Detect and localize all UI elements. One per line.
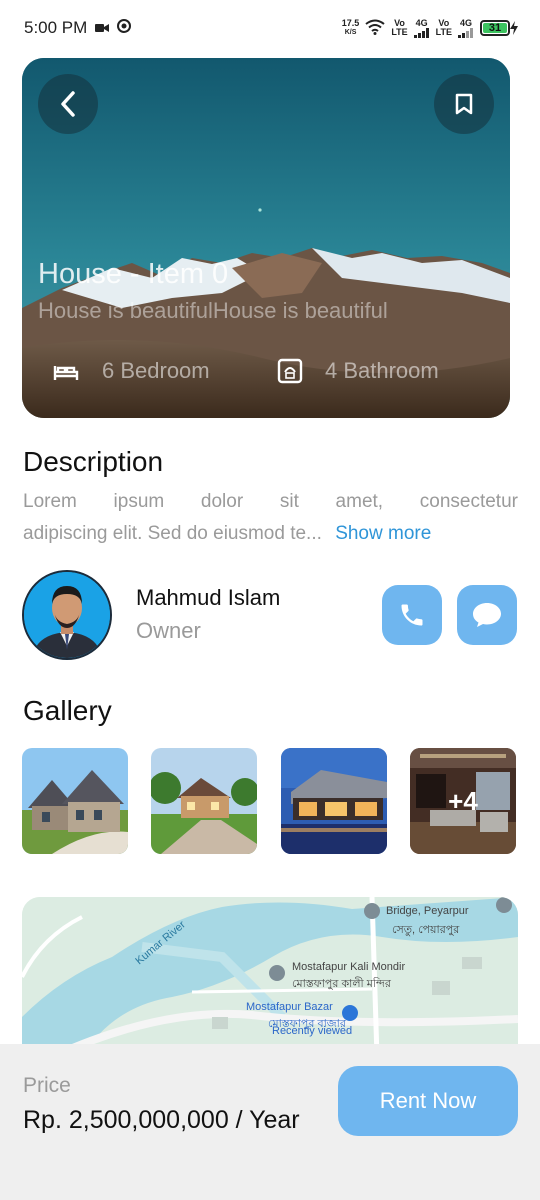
- signal-icon: [458, 27, 473, 38]
- description-text: Lorem ipsum dolor sit amet, consectetur …: [23, 486, 518, 550]
- price-value: Rp. 2,500,000,000 / Year: [23, 1106, 300, 1134]
- owner-name: Mahmud Islam: [136, 585, 281, 610]
- bottom-bar: Price Rp. 2,500,000,000 / Year Rent Now: [0, 1044, 540, 1200]
- house-photo: [151, 748, 258, 854]
- map-label-bridge-bn: সেতু, পেয়ারপুর: [392, 924, 460, 936]
- battery-icon: 31: [480, 20, 518, 36]
- sim1-signal: 4G: [413, 17, 430, 38]
- property-title: House - Item 0: [38, 258, 229, 290]
- bookmark-icon: [455, 93, 473, 115]
- hero-image: House - Item 0 House is beautifulHouse i…: [22, 58, 510, 418]
- map-label-kali-mondir-bn: মোস্তফাপুর কালী মন্দির: [292, 978, 391, 990]
- description-word: consectetur: [419, 491, 518, 512]
- gallery-photo-more[interactable]: +4: [409, 748, 516, 854]
- sim2-network: 4G: [459, 17, 472, 28]
- call-button[interactable]: [382, 585, 442, 645]
- map-label-bazar: Mostafapur Bazar: [246, 1001, 333, 1013]
- message-button[interactable]: [457, 585, 517, 645]
- description-word: amet,: [335, 491, 384, 512]
- owner-avatar: [22, 570, 112, 660]
- status-time: 5:00 PM: [24, 18, 88, 37]
- modern-house-photo: [280, 748, 387, 854]
- wifi-icon: [365, 19, 385, 38]
- sim2-signal: 4G: [458, 17, 474, 38]
- location-map[interactable]: Kumar River Bridge, Peyarpur সেতু, পেয়া…: [22, 897, 518, 1057]
- description-word: sit: [279, 491, 299, 512]
- map-label-kali-mondir: Mostafapur Kali Mondir: [292, 961, 406, 973]
- bathroom-label: 4 Bathroom: [325, 358, 439, 383]
- phone-icon: [401, 604, 423, 626]
- signal-icon: [413, 27, 429, 38]
- chevron-left-icon: [61, 91, 75, 117]
- sim1-bottom: LTE: [391, 27, 408, 37]
- more-photos-count: +4: [409, 748, 516, 854]
- gallery-photo[interactable]: [280, 748, 387, 854]
- gallery-photo[interactable]: [151, 748, 258, 854]
- status-bar: 5:00 PM 17.5 K/S Vo LTE 4G Vo LTE 4G 31: [0, 0, 540, 56]
- sim1-volte: Vo LTE: [391, 19, 407, 37]
- bookmark-button[interactable]: [434, 74, 494, 134]
- person-photo: [24, 572, 110, 658]
- description-truncated: adipiscing elit. Sed do eiusmod te...: [23, 523, 322, 544]
- video-camera-icon: [95, 18, 110, 38]
- sim2-bottom: LTE: [435, 27, 452, 37]
- map-label-bridge: Bridge, Peyarpur: [386, 905, 469, 917]
- network-speed: 17.5 K/S: [342, 19, 360, 37]
- back-button[interactable]: [38, 74, 98, 134]
- network-speed-value: 17.5: [341, 18, 360, 28]
- bed-icon: [53, 366, 79, 380]
- gallery: +4: [22, 748, 516, 854]
- description-word: dolor: [200, 491, 244, 512]
- bedroom-label: 6 Bedroom: [102, 358, 210, 383]
- chat-bubble-icon: [473, 603, 501, 627]
- sim1-network: 4G: [415, 17, 428, 28]
- notification-icon: [117, 18, 132, 38]
- rent-now-button[interactable]: Rent Now: [338, 1066, 518, 1136]
- show-more-link[interactable]: Show more: [335, 523, 431, 544]
- description-word: Lorem: [23, 491, 77, 512]
- map-label-recently-viewed: Recently viewed: [272, 1025, 353, 1037]
- description-line-1: Lorem ipsum dolor sit amet, consectetur: [23, 486, 518, 518]
- description-word: ipsum: [113, 491, 165, 512]
- house-photo: [22, 748, 128, 854]
- property-subtitle: House is beautifulHouse is beautiful: [38, 298, 388, 323]
- status-right: 17.5 K/S Vo LTE 4G Vo LTE 4G 31: [342, 17, 518, 38]
- description-title: Description: [23, 446, 164, 477]
- gallery-title: Gallery: [23, 695, 112, 726]
- bedroom-feature: 6 Bedroom: [52, 358, 210, 384]
- price-label: Price: [23, 1074, 71, 1097]
- sim2-volte: Vo LTE: [436, 19, 452, 37]
- owner-role: Owner: [136, 618, 201, 643]
- gallery-photo[interactable]: [22, 748, 128, 854]
- status-left: 5:00 PM: [24, 18, 132, 38]
- network-speed-unit: K/S: [344, 29, 357, 36]
- bathroom-icon: [277, 358, 303, 384]
- description-line-2: adipiscing elit. Sed do eiusmod te... Sh…: [23, 518, 518, 550]
- battery-level: 31: [483, 23, 507, 34]
- bathroom-feature: 4 Bathroom: [277, 358, 439, 384]
